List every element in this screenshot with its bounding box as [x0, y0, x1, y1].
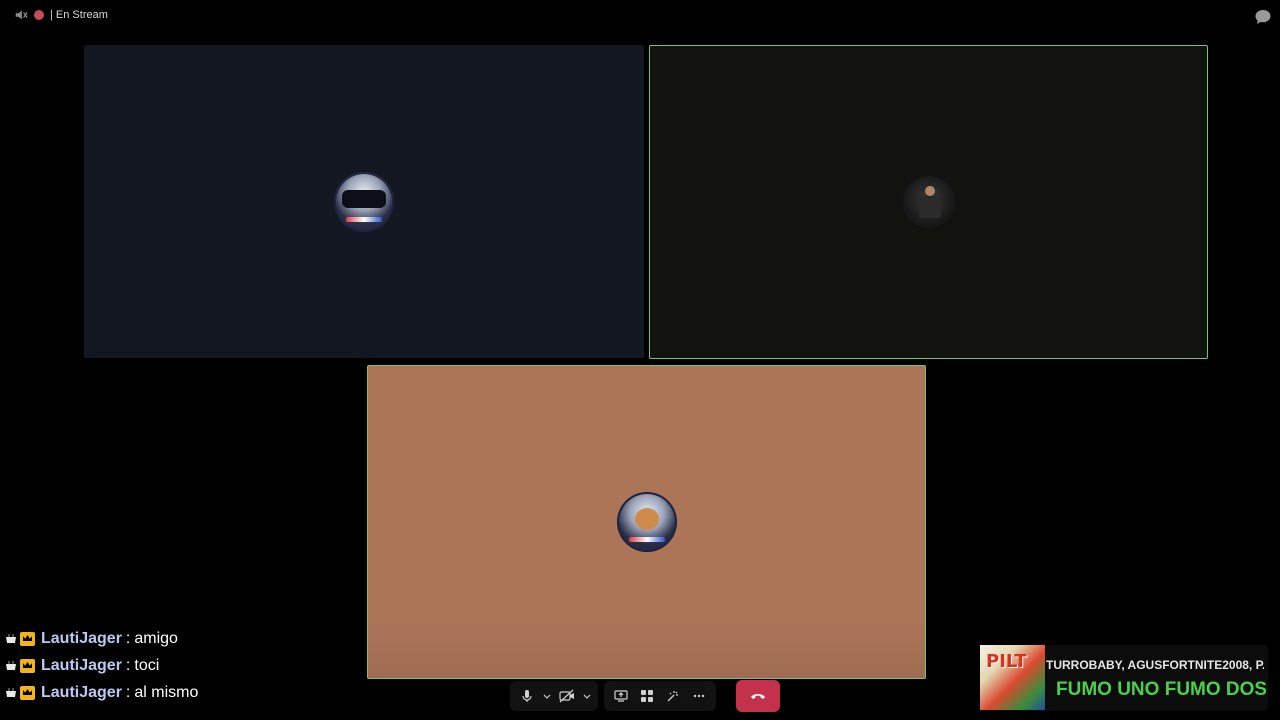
person-avatar: [902, 176, 955, 228]
effects-icon: [667, 691, 678, 702]
chat-message: LautiJager : amigo: [4, 630, 198, 648]
chevron-down-icon[interactable]: [582, 691, 592, 701]
now-playing-artists: TURROBABY, AGUSFORTNITE2008, P.I.L: [1046, 658, 1264, 672]
participant-tile-1[interactable]: [84, 45, 644, 358]
leave-call-icon: [751, 694, 765, 699]
participant-tile-3[interactable]: [367, 365, 926, 679]
crown-badge-icon: [20, 659, 35, 673]
chat-message: LautiJager : al mismo: [4, 684, 198, 702]
crown-badge-icon: [20, 632, 35, 646]
now-playing-widget: PILT TURROBABY, AGUSFORTNITE2008, P.I.L …: [980, 645, 1268, 711]
more-icon: [693, 694, 705, 698]
chat-username[interactable]: LautiJager: [41, 657, 122, 675]
leave-call-button[interactable]: [736, 680, 780, 712]
chat-message: LautiJager : toci: [4, 657, 198, 675]
actions-control-group: [604, 681, 716, 711]
album-cover: PILT: [980, 645, 1045, 710]
chat-username[interactable]: LautiJager: [41, 684, 122, 702]
microphone-icon: [522, 690, 532, 702]
cup-badge-icon: [6, 634, 16, 643]
effects-button[interactable]: [662, 685, 684, 707]
camera-off-icon: [559, 689, 574, 703]
mic-control-group: [510, 681, 598, 711]
share-screen-button[interactable]: [610, 685, 632, 707]
chevron-down-icon[interactable]: [542, 691, 552, 701]
camera-button[interactable]: [556, 685, 578, 707]
cup-badge-icon: [6, 661, 16, 670]
more-options-button[interactable]: [688, 685, 710, 707]
microphone-button[interactable]: [516, 685, 538, 707]
stream-label: | En Stream: [50, 9, 108, 21]
chat-text: al mismo: [134, 684, 199, 701]
share-screen-icon: [614, 690, 628, 702]
chat-text: amigo: [134, 630, 178, 647]
chat-overlay: LautiJager : amigo LautiJager : toci Lau…: [4, 630, 198, 702]
chat-text: toci: [134, 657, 160, 674]
speaker-muted-icon[interactable]: [14, 8, 28, 22]
record-dot-icon: [34, 10, 44, 20]
stream-status-bar: | En Stream: [14, 8, 108, 22]
album-cover-text: PILT: [986, 651, 1027, 672]
crown-badge-icon: [20, 686, 35, 700]
apps-icon: [641, 690, 653, 702]
chat-bubble-icon[interactable]: [1254, 8, 1272, 26]
call-controls: [510, 680, 780, 712]
chat-username[interactable]: LautiJager: [41, 630, 122, 648]
cup-badge-icon: [6, 688, 16, 697]
apps-button[interactable]: [636, 685, 658, 707]
nascar-helmet-avatar: [334, 171, 394, 232]
now-playing-title: FUMO UNO FUMO DOS: [1056, 679, 1266, 700]
nascar-helmet-potato-avatar: [616, 492, 677, 552]
participant-tile-2[interactable]: [649, 45, 1208, 359]
